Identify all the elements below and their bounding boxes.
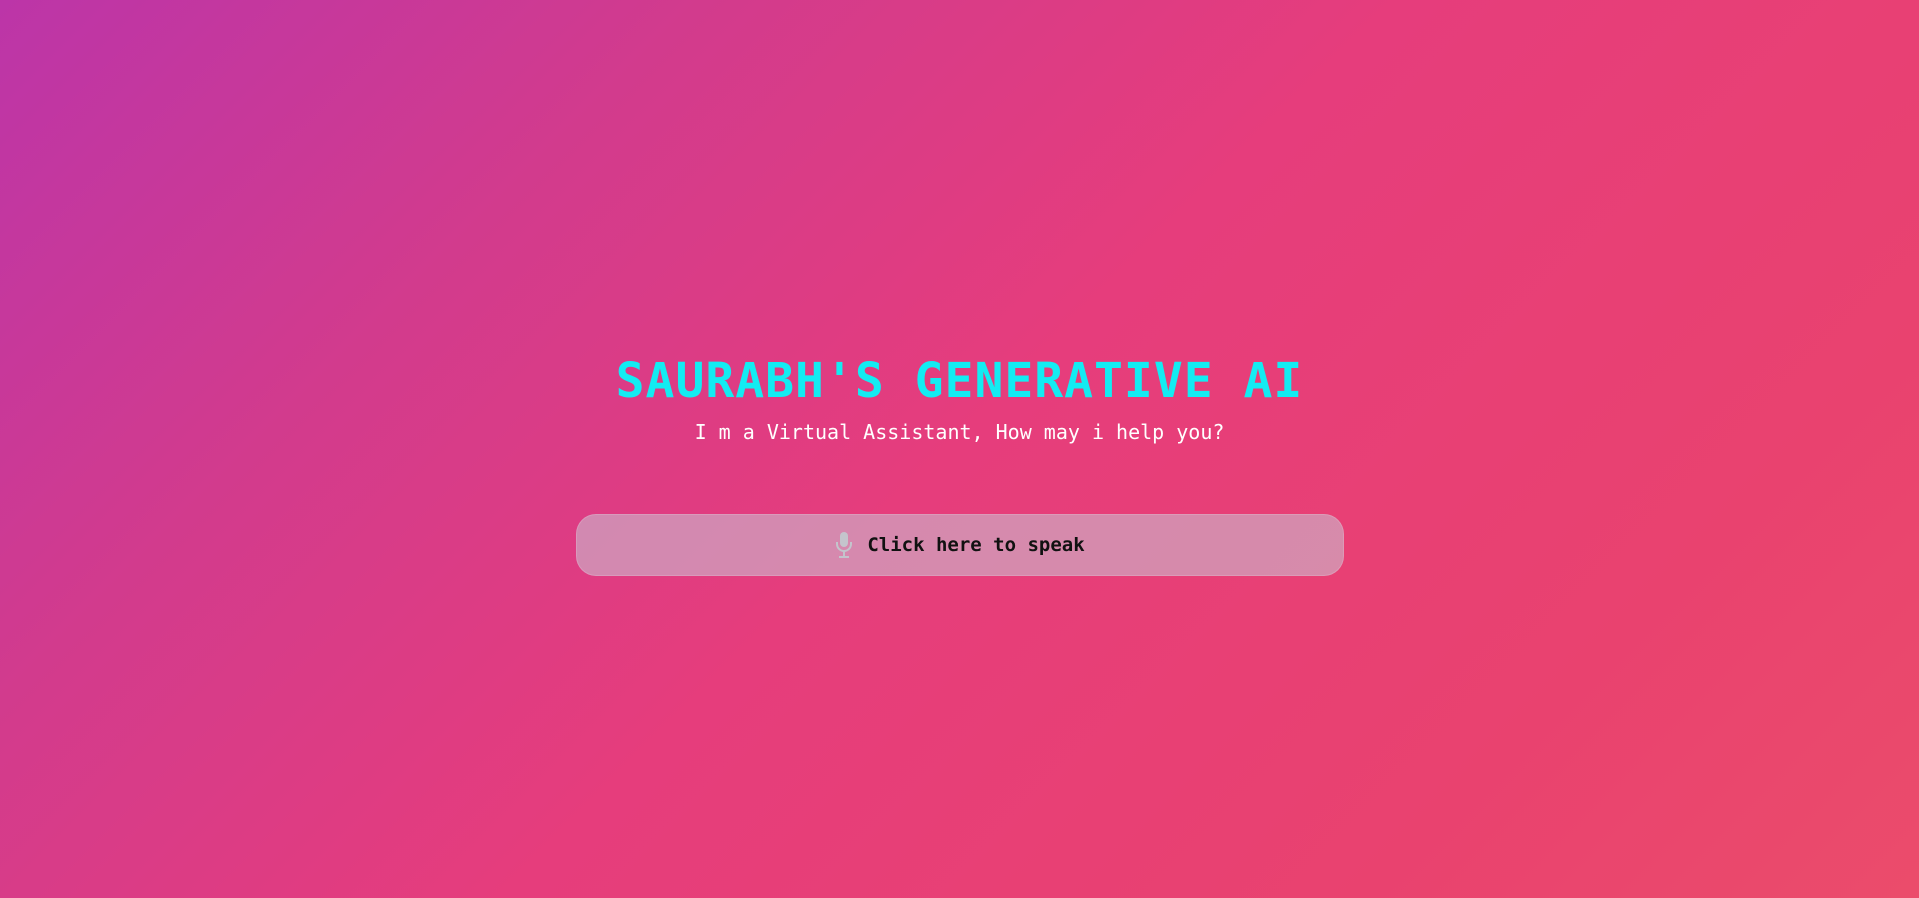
microphone-icon: [835, 531, 853, 559]
page-title: SAURABH'S GENERATIVE AI: [615, 353, 1304, 409]
speak-button-label: Click here to speak: [867, 534, 1085, 556]
hero-section: SAURABH'S GENERATIVE AI I m a Virtual As…: [0, 352, 1919, 445]
speak-button[interactable]: Click here to speak: [576, 514, 1344, 576]
page-subtitle: I m a Virtual Assistant, How may i help …: [694, 420, 1225, 444]
